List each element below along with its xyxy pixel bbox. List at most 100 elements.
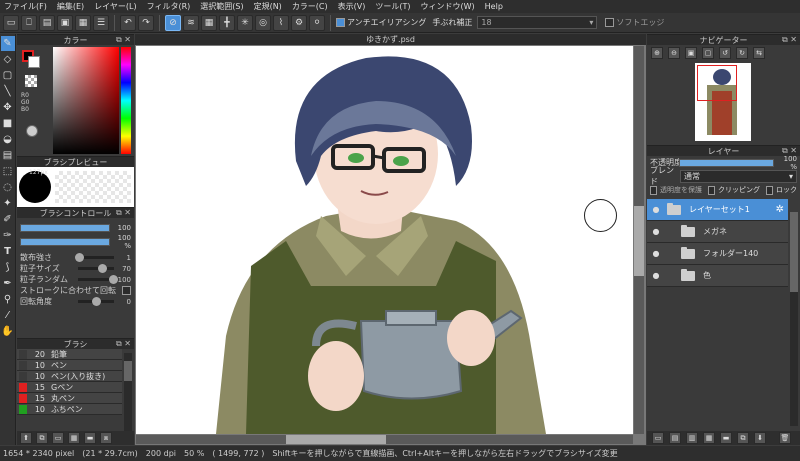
protect-alpha-checkbox[interactable] [650, 185, 657, 195]
layer-row[interactable]: ● フォルダー140 [647, 243, 788, 265]
brush-opacity-slider[interactable] [20, 238, 110, 246]
brush-item[interactable]: 15 丸ペン [17, 393, 122, 404]
fill-tool-icon[interactable]: ◒ [1, 132, 15, 147]
redo-icon[interactable]: ↷ [138, 14, 154, 31]
wand-tool-icon[interactable]: ✦ [1, 196, 15, 211]
canvas-horizontal-scrollbar[interactable] [136, 435, 633, 444]
brush-item[interactable]: 20 鉛筆 [17, 349, 122, 360]
menu-item[interactable]: ウィンドウ(W) [421, 1, 475, 12]
delete-layer-icon[interactable]: 🗑 [779, 432, 791, 444]
zoom-in-icon[interactable]: ⊕ [651, 47, 663, 59]
undo-icon[interactable]: ↶ [120, 14, 136, 31]
brush-item[interactable]: 15 Gペン [17, 382, 122, 393]
lock-checkbox[interactable] [766, 185, 773, 195]
visibility-icon[interactable]: ● [651, 227, 661, 236]
text-tool-icon[interactable]: T [1, 244, 15, 259]
marquee-tool-icon[interactable]: ⬚ [1, 164, 15, 179]
rotation-knob[interactable] [92, 297, 102, 306]
lock-icon[interactable]: ⎕ [21, 14, 37, 31]
panel-controls-icon[interactable]: ⧉ ✕ [116, 339, 131, 349]
hand-tool-icon[interactable]: ✋ [1, 324, 15, 339]
layer-row[interactable]: ● レイヤーセット1 ✲ [647, 199, 788, 221]
navigator-viewport[interactable] [697, 65, 737, 101]
brush-item[interactable]: 10 ペン [17, 360, 122, 371]
eyedropper-icon[interactable]: ⁄ [1, 308, 15, 323]
drawing-canvas[interactable] [136, 46, 633, 434]
layer-opacity-slider[interactable] [679, 158, 774, 167]
brush-param-slider[interactable] [74, 253, 114, 262]
rect-tool-icon[interactable]: ■ [1, 116, 15, 131]
lasso-tool-icon[interactable]: ◌ [1, 180, 15, 195]
eraser-tool-icon[interactable]: ◇ [1, 52, 15, 67]
fit-icon[interactable]: ▣ [685, 47, 697, 59]
dropper-tool-icon[interactable]: ✒ [1, 276, 15, 291]
select-pen-icon[interactable]: ✐ [1, 212, 15, 227]
line-tool-icon[interactable]: ╲ [1, 84, 15, 99]
background-color-swatch[interactable] [28, 56, 40, 68]
gradient-tool-icon[interactable]: ▤ [1, 148, 15, 163]
visibility-icon[interactable]: ● [651, 205, 661, 214]
visibility-icon[interactable]: ● [651, 249, 661, 258]
brush-group-icon[interactable]: ▦ [68, 432, 80, 444]
gear-icon[interactable]: ✲ [776, 204, 784, 215]
new-layer-icon[interactable]: ▭ [652, 432, 664, 444]
new-1bit-layer-icon[interactable]: ▦ [703, 432, 715, 444]
stroke-rotate-checkbox[interactable] [122, 286, 131, 295]
image-icon[interactable]: ▣ [57, 14, 73, 31]
menu-item[interactable]: カラー(C) [292, 1, 328, 12]
brush-size-slider[interactable] [20, 224, 110, 232]
snap-radial-icon[interactable]: ✳ [237, 14, 253, 31]
brush-param-slider[interactable] [78, 264, 114, 273]
new-layer-icon[interactable]: ▭ [3, 14, 19, 31]
layer-row[interactable]: ● メガネ [647, 221, 788, 243]
flip-icon[interactable]: ⇆ [753, 47, 765, 59]
menu-item[interactable]: Help [485, 2, 503, 11]
comment-icon[interactable]: ▤ [39, 14, 55, 31]
new-folder-icon[interactable]: ▬ [720, 432, 732, 444]
layer-list-scrollbar[interactable] [790, 212, 798, 426]
zoom-out-icon[interactable]: ⊖ [668, 47, 680, 59]
transparent-swatch[interactable] [25, 75, 37, 87]
rotate-left-icon[interactable]: ↺ [719, 47, 731, 59]
snap-settings-icon[interactable]: ⚙ [291, 14, 307, 31]
snap-cross-icon[interactable]: ╋ [219, 14, 235, 31]
duplicate-layer-icon[interactable]: ⧉ [737, 432, 749, 444]
brush-param-slider[interactable] [78, 275, 118, 284]
grid-icon[interactable]: ▦ [75, 14, 91, 31]
select-tool-icon[interactable]: ▢ [1, 68, 15, 83]
menu-item[interactable]: 選択範囲(S) [200, 1, 243, 12]
correction-select[interactable]: 18 ▾ [477, 16, 598, 29]
snap-grid-icon[interactable]: ▦ [201, 14, 217, 31]
brush-item[interactable]: 10 ペン(入り抜き) [17, 371, 122, 382]
brush-folder-icon[interactable]: ▬ [84, 432, 96, 444]
brush-param-knob[interactable] [74, 253, 84, 262]
divide-tool-icon[interactable]: ⟆ [1, 260, 15, 275]
snap-parallel-icon[interactable]: ≋ [183, 14, 199, 31]
rotation-slider[interactable] [78, 297, 114, 306]
new-halftone-layer-icon[interactable]: ▤ [669, 432, 681, 444]
move-tool-icon[interactable]: ✥ [1, 100, 15, 115]
clipping-checkbox[interactable] [708, 185, 715, 195]
blur-tool-icon[interactable]: ⚲ [1, 292, 15, 307]
panel-controls-icon[interactable]: ⧉ ✕ [782, 146, 797, 156]
brush-param-knob[interactable] [109, 275, 118, 284]
blend-select[interactable]: 通常 ▾ [680, 169, 797, 183]
layer-row[interactable]: ● 色 [647, 265, 788, 287]
layers-icon[interactable]: ☰ [93, 14, 109, 31]
snap-off-icon[interactable]: ⊘ [165, 14, 181, 31]
panel-controls-icon[interactable]: ⧉ ✕ [116, 35, 131, 45]
snap-extra-icon[interactable]: ⚪ [309, 14, 325, 31]
new-8bit-layer-icon[interactable]: ▥ [686, 432, 698, 444]
color-wheel-icon[interactable] [26, 125, 38, 137]
menu-item[interactable]: 表示(V) [338, 1, 366, 12]
rotate-right-icon[interactable]: ↻ [736, 47, 748, 59]
brush-delete-icon[interactable]: ⧈ [100, 432, 112, 444]
select-eraser-icon[interactable]: ✑ [1, 228, 15, 243]
panel-controls-icon[interactable]: ⧉ ✕ [116, 208, 131, 218]
snap-curve-icon[interactable]: ⌇ [273, 14, 289, 31]
brush-list-scrollbar[interactable] [124, 353, 132, 431]
brush-tool-icon[interactable]: ✎ [0, 36, 15, 51]
snap-circle-icon[interactable]: ◎ [255, 14, 271, 31]
panel-controls-icon[interactable]: ⧉ ✕ [782, 35, 797, 45]
menu-item[interactable]: レイヤー(L) [94, 1, 136, 12]
